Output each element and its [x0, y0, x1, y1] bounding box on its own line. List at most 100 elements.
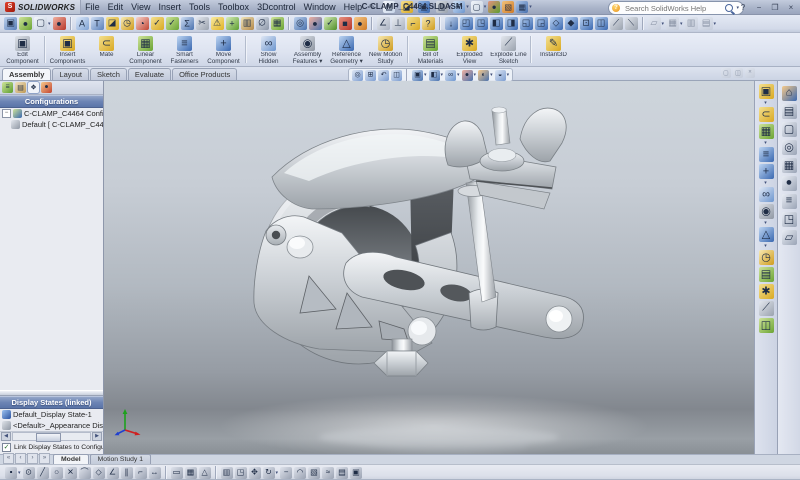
interference-detection-icon[interactable]: ◫ — [758, 318, 774, 333]
minimize-button[interactable]: − — [752, 1, 766, 14]
quick-snaps-icon[interactable]: ⌐ — [406, 17, 420, 30]
next-tab-button[interactable]: › — [27, 453, 38, 464]
window-cascade-icon-caret[interactable]: ▾ — [680, 21, 683, 27]
paste-icon[interactable]: ▥ — [220, 466, 233, 479]
bill-of-materials-button-icon[interactable]: ▤ — [423, 36, 438, 51]
move-component-icon[interactable]: + — [758, 164, 774, 179]
linear-component-pattern-button-icon[interactable]: ▦ — [138, 36, 153, 51]
smart-fasteners-button[interactable]: ≡ Smart Fasteners — [165, 33, 204, 66]
help-button[interactable]: ? — [736, 1, 750, 14]
move-component-button[interactable]: + Move Component ▾ — [204, 33, 243, 66]
scroll-right-icon[interactable]: ▶ — [92, 432, 102, 441]
screen-capture-icon-caret[interactable]: ▾ — [529, 4, 532, 10]
trim-entities-icon[interactable]: ▭ — [170, 466, 183, 479]
tab-motion-study-1[interactable]: Motion Study 1 — [89, 454, 151, 464]
linear-pattern-icon[interactable]: ▦ — [758, 124, 774, 139]
table-icon[interactable]: ▣ — [350, 466, 363, 479]
display-manager-tab-icon[interactable]: ● — [41, 82, 52, 93]
previous-view-icon[interactable]: ↶ — [378, 69, 389, 81]
view-left-icon[interactable]: ◧ — [489, 17, 503, 30]
explode-line-sketch-icon[interactable]: ⟋ — [758, 301, 774, 316]
sketch-pattern-icon[interactable]: ▦ — [184, 466, 197, 479]
verification-icon[interactable]: ✓ — [323, 17, 337, 30]
window-new-icon-caret[interactable]: ▾ — [662, 21, 665, 27]
edit-component-button[interactable]: ▣ Edit Component — [3, 33, 42, 66]
smart-dimension-icon[interactable]: ↔ — [148, 466, 161, 479]
bill-of-materials-button[interactable]: ▤ Bill of Materials — [411, 33, 450, 66]
exploded-view-button[interactable]: ✱ Exploded View — [450, 33, 489, 66]
linear-component-pattern-button[interactable]: ▦ Linear Component Pattern ▾ — [126, 33, 165, 66]
view-bottom-icon[interactable]: ◲ — [534, 17, 548, 30]
reference-geometry-button[interactable]: △ Reference Geometry ▾ — [327, 33, 366, 66]
snapshot-icon[interactable]: ▣ — [4, 17, 17, 30]
insert-components-icon[interactable]: ▣ — [758, 84, 774, 99]
publish-edrawings-icon[interactable]: ● — [19, 17, 32, 30]
reference-geometry-icon[interactable]: △ — [758, 227, 774, 242]
reference-geometry-icon-caret[interactable]: ▾ — [764, 243, 767, 249]
sketch-line-icon[interactable]: ╱ — [36, 466, 49, 479]
equations-icon[interactable]: Σ — [180, 17, 194, 30]
check-active-icon[interactable]: ✓ — [150, 17, 164, 30]
measure-icon[interactable]: ∅ — [255, 17, 269, 30]
window-new-icon[interactable]: ▱ — [647, 17, 661, 30]
material-cube-icon[interactable]: ■ — [338, 17, 352, 30]
menu-window[interactable]: Window — [300, 0, 340, 14]
section-view-icon[interactable]: ◫ — [594, 17, 608, 30]
check-results-icon[interactable]: ✓ — [165, 17, 179, 30]
sketch-cross-icon[interactable]: ✕ — [64, 466, 77, 479]
search-magnifier-icon[interactable] — [725, 4, 734, 12]
move-component-icon-caret[interactable]: ▾ — [764, 180, 767, 186]
tab-evaluate[interactable]: Evaluate — [127, 68, 172, 80]
draft-quality-icon[interactable]: ⟋ — [609, 17, 623, 30]
c-clamp-3d-model[interactable] — [104, 81, 754, 454]
prev-tab-button[interactable]: ‹ — [15, 453, 26, 464]
select-icon[interactable]: ▢ — [470, 1, 483, 13]
search-icon[interactable]: ◎ — [781, 139, 797, 155]
sketch-offset-icon[interactable]: ◇ — [92, 466, 105, 479]
menu-insert[interactable]: Insert — [155, 0, 186, 14]
last-tab-button[interactable]: » — [39, 453, 50, 464]
select-icon-caret[interactable]: ▾ — [484, 4, 487, 10]
new-motion-study-button[interactable]: ◷ New Motion Study — [366, 33, 405, 66]
view-front-icon[interactable]: ◰ — [459, 17, 473, 30]
add-icon[interactable]: + — [225, 17, 239, 30]
window-tile-icon[interactable]: ▥ — [684, 17, 698, 30]
insert-components-button-icon[interactable]: ▣ — [60, 36, 75, 51]
menu-tools[interactable]: Tools — [185, 0, 214, 14]
sketch-point-icon-caret[interactable]: ▾ — [18, 470, 21, 476]
sketch-perpendicular-icon[interactable]: ⊥ — [391, 17, 405, 30]
3d-content-icon[interactable]: ● — [52, 17, 66, 30]
tab-assembly[interactable]: Assembly — [2, 68, 52, 80]
custom-properties-icon[interactable]: ≡ — [781, 193, 797, 209]
sketch-corner-icon[interactable]: ⌐ — [134, 466, 147, 479]
view-top-icon[interactable]: ◱ — [519, 17, 533, 30]
sketch-center-circle-icon[interactable]: ⊙ — [22, 466, 35, 479]
shadow-icon[interactable]: ⟍ — [624, 17, 638, 30]
bill-of-materials-icon[interactable]: ▤ — [758, 267, 774, 282]
help-search[interactable]: ? ▾ — [608, 1, 744, 15]
texture-ball-icon[interactable]: ● — [353, 17, 367, 30]
graphics-viewport[interactable] — [104, 81, 754, 454]
link-display-states-checkbox[interactable]: ✓ — [2, 443, 11, 452]
smart-fasteners-icon[interactable]: ≡ — [758, 147, 774, 162]
forum-icon[interactable]: ▱ — [781, 229, 797, 245]
appearances-scenes-icon[interactable]: ● — [781, 175, 797, 191]
appearance-ball-icon[interactable]: ● — [308, 17, 322, 30]
find-references-icon[interactable]: ◎ — [293, 17, 307, 30]
design-checker-icon[interactable]: ◷ — [120, 17, 134, 30]
assembly-features-button[interactable]: ◉ Assembly Features ▾ — [288, 33, 327, 66]
view-settings-icon[interactable]: ◒ — [494, 69, 506, 81]
tree-item[interactable]: <Default>_Appearance Display Stat — [0, 420, 103, 431]
sketch-circle-icon[interactable]: ○ — [50, 466, 63, 479]
view-back-icon[interactable]: ◳ — [474, 17, 488, 30]
menu-toolbox[interactable]: Toolbox — [214, 0, 253, 14]
arc-icon[interactable]: ◠ — [294, 466, 307, 479]
stamp-icon[interactable]: ◳ — [234, 466, 247, 479]
window-arrange-icon[interactable]: ▤ — [699, 17, 713, 30]
assembly-features-icon[interactable]: ◉ — [758, 204, 774, 219]
mass-properties-icon[interactable]: ▦ — [270, 17, 284, 30]
view-orientation-icon[interactable]: ▣ — [412, 69, 423, 81]
menu-3dcontrol[interactable]: 3Dcontrol — [253, 0, 300, 14]
rotate-view-icon[interactable]: ↻ — [262, 466, 275, 479]
screen-capture-icon[interactable]: ▦ — [516, 1, 529, 13]
